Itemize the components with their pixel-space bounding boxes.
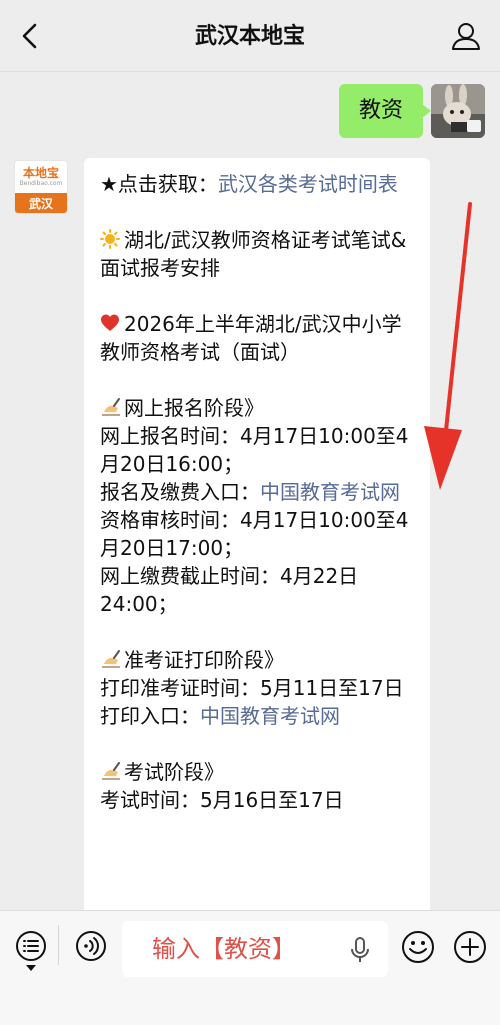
section-admit-card-title: 准考证打印阶段》 <box>100 646 414 674</box>
menu-list-icon <box>16 931 46 961</box>
account-logo-text: 本地宝 <box>22 166 59 180</box>
message-input-text: 输入【教资】 <box>152 935 296 963</box>
emoji-icon[interactable] <box>400 929 436 965</box>
writing-hand-icon <box>100 646 124 674</box>
exam-title-text: 考试阶段》 <box>124 760 224 784</box>
exam-schedule-link[interactable]: 武汉各类考试时间表 <box>218 172 398 196</box>
profile-button[interactable] <box>450 20 482 52</box>
review-time: 资格审核时间：4月17日10:00至4月20日17:00； <box>100 508 409 560</box>
print-entry-label: 打印入口： <box>100 704 200 728</box>
voice-button[interactable] <box>74 929 108 963</box>
registration-entry: 报名及缴费入口：中国教育考试网 <box>100 478 414 506</box>
account-city-label: 武汉 <box>15 193 67 213</box>
registration-entry-link[interactable]: 中国教育考试网 <box>260 480 400 504</box>
person-icon <box>452 23 480 50</box>
reply-line-interview[interactable]: 2026年上半年湖北/武汉中小学教师资格考试（面试） <box>100 310 414 366</box>
exam-time: 考试时间：5月16日至17日 <box>100 788 344 812</box>
caret-down-icon <box>26 965 36 971</box>
reply-line-arrangement[interactable]: 湖北/武汉教师资格证考试笔试&面试报考安排 <box>100 226 414 282</box>
section-exam-title: 考试阶段》 <box>100 758 414 786</box>
star-prefix: ★点击获取： <box>100 172 218 196</box>
heart-icon <box>100 310 124 338</box>
menu-button[interactable] <box>14 929 48 963</box>
writing-hand-icon <box>100 758 124 786</box>
print-entry: 打印入口：中国教育考试网 <box>100 702 414 730</box>
back-button[interactable] <box>14 20 46 52</box>
writing-hand-icon <box>100 394 124 422</box>
reply-line-exam-schedule: ★点击获取：武汉各类考试时间表 <box>100 170 414 198</box>
registration-entry-label: 报名及缴费入口： <box>100 480 260 504</box>
reply-message-bubble: ★点击获取：武汉各类考试时间表 湖北/武汉教师资格证考试笔试&面试报考安排 20… <box>84 158 430 918</box>
page-title: 武汉本地宝 <box>194 24 305 49</box>
sun-icon <box>100 226 124 254</box>
account-avatar[interactable]: 本地宝 Bendibao.com 武汉 <box>14 160 68 214</box>
message-input[interactable]: 输入【教资】 <box>122 921 388 977</box>
registration-title-text: 网上报名阶段》 <box>124 396 264 420</box>
input-bar: 输入【教资】 <box>0 910 500 1025</box>
user-photo-icon <box>431 84 485 138</box>
nav-bar: 武汉本地宝 <box>0 0 500 72</box>
microphone-icon[interactable] <box>350 937 370 963</box>
registration-time: 网上报名时间：4月17日10:00至4月20日16:00； <box>100 424 409 476</box>
print-time: 打印准考证时间：5月11日至17日 <box>100 676 404 700</box>
payment-deadline: 网上缴费截止时间：4月22日24:00； <box>100 564 359 616</box>
interview-text: 2026年上半年湖北/武汉中小学教师资格考试（面试） <box>100 312 402 364</box>
account-logo-sub: Bendibao.com <box>19 180 63 187</box>
arrangement-text: 湖北/武汉教师资格证考试笔试&面试报考安排 <box>100 228 407 280</box>
voice-icon <box>76 931 106 961</box>
my-avatar[interactable] <box>431 84 485 138</box>
chevron-left-icon <box>22 23 37 49</box>
sent-message-bubble[interactable]: 教资 <box>339 84 432 138</box>
admit-card-title-text: 准考证打印阶段》 <box>124 648 284 672</box>
section-registration-title: 网上报名阶段》 <box>100 394 414 422</box>
account-logo: 本地宝 Bendibao.com <box>15 161 67 193</box>
plus-icon[interactable] <box>452 929 488 965</box>
print-entry-link[interactable]: 中国教育考试网 <box>200 704 340 728</box>
input-divider <box>58 925 59 965</box>
